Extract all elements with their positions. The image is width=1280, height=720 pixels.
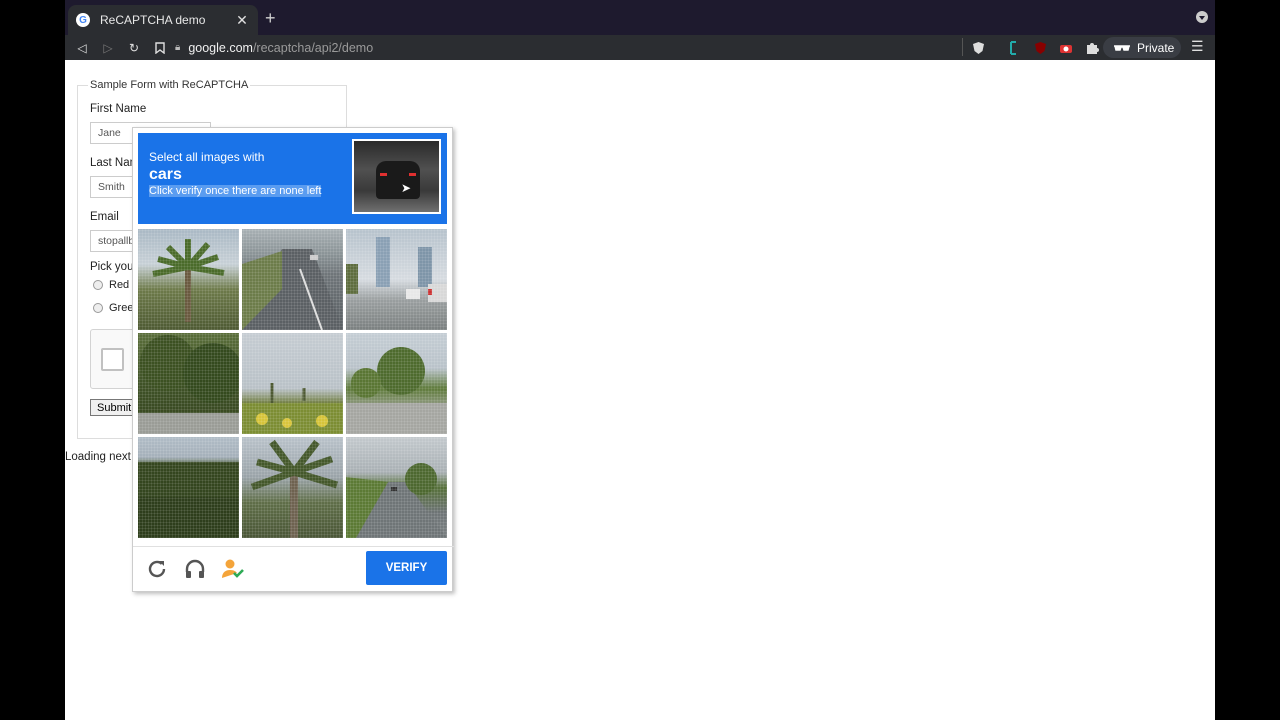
hedge-image [138, 462, 239, 538]
color-option-red[interactable]: Red [93, 279, 129, 291]
address-bar[interactable]: 🔒︎ google.com/recaptcha/api2/demo [175, 35, 995, 60]
trees-road-image [346, 347, 447, 434]
extension-icons [970, 35, 1100, 60]
browser-toolbar: ◁ ▷ ↻ 🔒︎ google.com/recaptcha/api2/demo … [65, 35, 1215, 60]
puzzle-extensions-icon[interactable] [1084, 40, 1100, 56]
radio-red[interactable] [93, 280, 103, 290]
challenge-header: Select all images with cars Click verify… [138, 133, 447, 224]
ublock-icon[interactable] [1032, 40, 1048, 56]
brave-shield-icon[interactable] [970, 40, 986, 56]
verify-button[interactable]: VERIFY [366, 551, 447, 585]
road-trees-image [346, 463, 447, 538]
back-button[interactable]: ◁ [69, 38, 95, 58]
recaptcha-challenge-popup: Select all images with cars Click verify… [132, 127, 454, 592]
loading-text: Loading next page... [65, 451, 135, 463]
challenge-instruction: Select all images with [149, 150, 265, 164]
close-tab-icon[interactable]: ✕ [234, 12, 250, 29]
radio-red-label: Red [109, 279, 130, 291]
challenge-keyword: cars [149, 166, 182, 183]
url-separator [962, 38, 963, 56]
image-tile-4[interactable] [138, 333, 239, 434]
email-label: Email [90, 211, 119, 223]
tab-title: ReCAPTCHA demo [100, 13, 206, 27]
image-tile-3[interactable] [346, 229, 447, 330]
image-tile-9[interactable] [346, 437, 447, 538]
hamburger-menu-icon[interactable]: ☰ [1191, 38, 1204, 55]
browser-tab[interactable]: G ReCAPTCHA demo ✕ [68, 5, 258, 35]
url-host: google.com [188, 40, 253, 55]
image-tile-7[interactable] [138, 437, 239, 538]
private-label: Private [1137, 40, 1175, 55]
tab-menu-icon[interactable] [1196, 11, 1208, 23]
tab-bar: G ReCAPTCHA demo ✕ + [65, 0, 1215, 35]
image-tile-6[interactable] [346, 333, 447, 434]
private-window-badge[interactable]: Private [1103, 37, 1181, 58]
headphones-icon[interactable] [182, 556, 208, 582]
google-favicon-icon: G [76, 13, 90, 27]
user-check-icon[interactable] [220, 556, 246, 582]
image-tile-1[interactable] [138, 229, 239, 330]
challenge-subinstruction: Click verify once there are none left [149, 185, 322, 197]
radio-green[interactable] [93, 303, 103, 313]
reload-icon[interactable] [144, 556, 170, 582]
challenge-image-grid [138, 229, 448, 539]
image-tile-5[interactable] [242, 333, 343, 434]
lock-icon: 🔒︎ [175, 42, 181, 53]
extension-bracket-icon[interactable] [1006, 40, 1022, 56]
private-glasses-icon [1114, 44, 1130, 51]
palm-closeup-image [250, 439, 339, 538]
challenge-footer-divider [133, 546, 454, 547]
trees-image [138, 335, 239, 434]
mouse-cursor-icon: ➤ [401, 181, 412, 195]
forward-button[interactable]: ▷ [95, 38, 121, 58]
sample-car-shape [376, 161, 420, 199]
camera-extension-icon[interactable] [1058, 40, 1074, 56]
city-street-image [346, 237, 447, 302]
first-name-label: First Name [90, 103, 147, 115]
image-tile-8[interactable] [242, 437, 343, 538]
road-image [242, 249, 343, 330]
url-path: /recaptcha/api2/demo [252, 40, 374, 55]
field-palms-image [242, 383, 343, 434]
new-tab-button[interactable]: + [265, 8, 276, 29]
bookmark-button[interactable] [147, 38, 173, 58]
palm-tree-image [152, 239, 225, 322]
recaptcha-checkbox[interactable] [101, 348, 124, 371]
challenge-sample-image: ➤ [352, 139, 441, 214]
image-tile-2[interactable] [242, 229, 343, 330]
reload-page-button[interactable]: ↻ [121, 38, 147, 58]
